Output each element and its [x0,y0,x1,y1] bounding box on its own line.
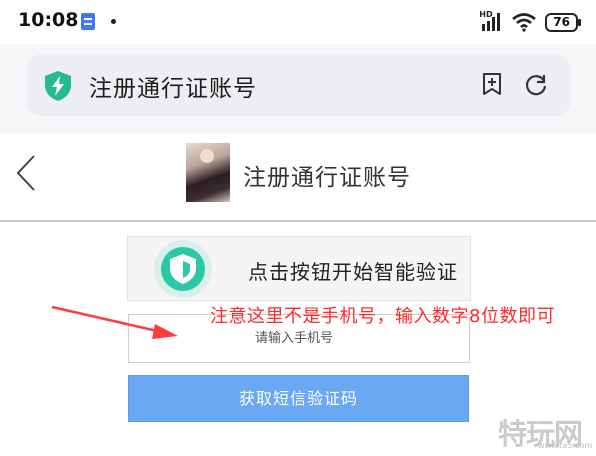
browser-toolbar: 注册通行证账号 [0,44,596,134]
address-bar-title: 注册通行证账号 [89,76,257,102]
notification-dot-icon [111,19,116,24]
signal-icon: HD [479,10,503,32]
document-notification-icon [81,13,95,30]
smart-verify-button[interactable]: 点击按钮开始智能验证 [127,236,471,301]
shield-check-icon [154,240,212,298]
page-header: 注册通行证账号 [0,134,596,222]
shield-bolt-icon [43,70,73,102]
add-bookmark-icon[interactable] [480,72,504,96]
watermark-url: www.te5.com [538,441,593,450]
annotation-text: 注意这里不是手机号，输入数字8位数即可 [210,306,555,327]
battery-indicator: 76 [545,12,581,32]
page-title: 注册通行证账号 [243,165,411,191]
smart-verify-label: 点击按钮开始智能验证 [248,260,458,284]
refresh-icon[interactable] [523,72,549,98]
address-bar[interactable]: 注册通行证账号 [27,54,570,116]
wifi-icon [511,12,537,32]
annotation-arrow [51,305,178,339]
chevron-left-icon[interactable] [14,154,38,192]
status-time: 10:08 [18,9,79,31]
watermark: 特玩网 www.te5.com [498,411,592,451]
get-sms-code-button[interactable]: 获取短信验证码 [128,375,469,422]
status-indicators: HD 76 [479,10,581,33]
status-bar: 10:08 HD 76 [0,0,596,44]
avatar [186,143,230,202]
